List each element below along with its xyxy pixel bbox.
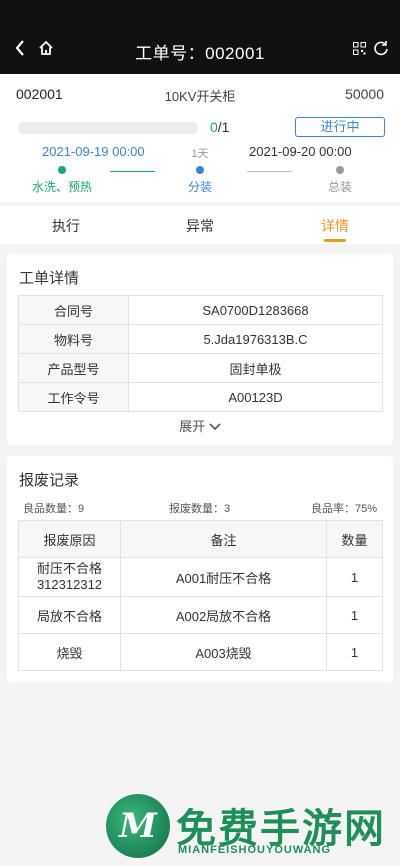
step-split[interactable]: 分装 [180, 166, 220, 195]
column-header: 数量 [326, 520, 383, 558]
step-dot [58, 166, 66, 174]
tab-exception[interactable]: 异常 [186, 216, 214, 236]
scrap-title: 报废记录 [19, 472, 80, 489]
progress-total: /1 [217, 119, 230, 135]
detail-key: 合同号 [18, 295, 129, 325]
scrap-record-card: 报废记录 良品数量：9 报废数量：3 良品率：75% 报废原因 备注 数量 耐压… [7, 456, 393, 682]
step-assembly[interactable]: 总装 [320, 166, 360, 195]
table-header-row: 报废原因 备注 数量 [18, 520, 383, 558]
detail-key: 物料号 [18, 324, 129, 354]
detail-value: 固封单极 [128, 353, 383, 383]
scrap-count: 1 [326, 596, 383, 634]
step-label: 分装 [187, 180, 212, 194]
scrap-note: A001耐压不合格 [120, 557, 327, 597]
step-connector [247, 171, 292, 172]
table-row: 烧毁 A003烧毁 1 [18, 633, 383, 671]
watermark: M 免费手游网 MIANFEISHOUYOUWANG [100, 790, 396, 864]
tab-execute[interactable]: 执行 [52, 216, 80, 236]
detail-value: A00123D [128, 382, 383, 412]
step-connector [110, 171, 155, 172]
work-order-detail-card: 工单详情 合同号 SA0700D1283668 物料号 5.Jda1976313B.… [7, 254, 393, 445]
detail-value: SA0700D1283668 [128, 295, 383, 325]
expand-label: 展开 [179, 419, 206, 434]
scrap-quantity: 报废数量：3 [169, 503, 231, 515]
detail-value: 5.Jda1976313B.C [128, 324, 383, 354]
detail-row: 工作令号 A00123D [18, 382, 383, 412]
product-type: 10KV开关柜 [164, 89, 236, 104]
detail-row: 合同号 SA0700D1283668 [18, 295, 383, 325]
progress-bar [18, 122, 198, 134]
scrap-note: A003烧毁 [120, 633, 327, 671]
table-row: 局放不合格 A002局放不合格 1 [18, 596, 383, 634]
progress-done: 0 [210, 119, 218, 135]
step-wash-preheat[interactable]: 水洗、预热 [32, 166, 92, 195]
page-title: 工单号：002001 [135, 44, 265, 63]
good-quantity: 良品数量：9 [23, 503, 85, 515]
detail-key: 产品型号 [18, 353, 129, 383]
scrap-reason: 烧毁 [18, 633, 121, 671]
detail-row: 物料号 5.Jda1976313B.C [18, 324, 383, 354]
scrap-table: 报废原因 备注 数量 耐压不合格 312312312 A001耐压不合格 1 局… [18, 520, 383, 671]
end-time: 2021-09-20 00:00 [249, 144, 352, 159]
detail-title: 工单详情 [19, 270, 80, 287]
step-label: 水洗、预热 [32, 180, 93, 194]
chevron-down-icon [209, 419, 221, 434]
active-tab-indicator [324, 239, 346, 242]
step-dot [336, 166, 344, 174]
expand-button[interactable]: 展开 [7, 416, 393, 435]
order-summary: 002001 10KV开关柜 50000 0/1 进行中 2021-09-19 … [0, 74, 400, 202]
scrap-count: 1 [326, 633, 383, 671]
column-header: 报废原因 [18, 520, 121, 558]
tab-bar: 执行 异常 详情 [0, 206, 400, 244]
column-header: 备注 [120, 520, 327, 558]
watermark-subtext: MIANFEISHOUYOUWANG [178, 844, 332, 856]
yield-rate: 良品率：75% [311, 503, 378, 515]
watermark-logo-letter: M [119, 806, 157, 846]
step-dot [196, 166, 204, 174]
watermark-logo: M [106, 794, 170, 858]
detail-row: 产品型号 固封单极 [18, 353, 383, 383]
status-badge: 进行中 [295, 117, 385, 137]
scrap-reason: 耐压不合格 312312312 [18, 557, 121, 597]
top-bar: 工单号：002001 [0, 0, 400, 74]
step-label: 总装 [327, 180, 352, 194]
tab-details[interactable]: 详情 [321, 216, 349, 236]
scrap-reason: 局放不合格 [18, 596, 121, 634]
qr-code-icon[interactable] [353, 42, 366, 55]
order-quantity: 50000 [345, 86, 384, 102]
detail-table: 合同号 SA0700D1283668 物料号 5.Jda1976313B.C 产品型… [18, 295, 383, 412]
scrap-count: 1 [326, 557, 383, 597]
table-row: 耐压不合格 312312312 A001耐压不合格 1 [18, 557, 383, 597]
detail-key: 工作令号 [18, 382, 129, 412]
scrap-note: A002局放不合格 [120, 596, 327, 634]
progress-text: 0/1 [210, 119, 229, 135]
refresh-icon[interactable] [373, 40, 389, 56]
